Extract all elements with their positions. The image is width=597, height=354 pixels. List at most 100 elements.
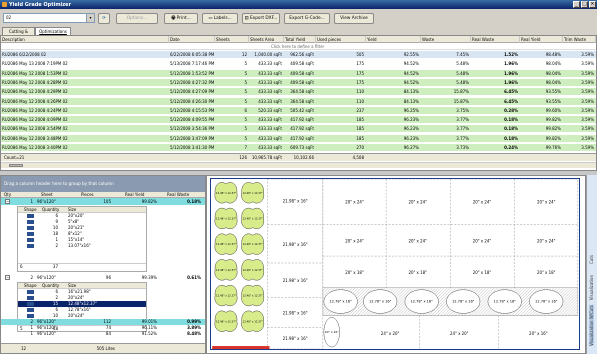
cell-yield: 96.25% xyxy=(403,107,419,113)
cell-sheets: 5 xyxy=(244,126,247,132)
group-qty: 1 xyxy=(30,331,33,336)
col-waste[interactable]: Waste xyxy=(421,36,471,43)
collapse-icon[interactable]: − xyxy=(5,275,10,280)
piece-label: 21.98" x 16" xyxy=(283,242,308,247)
cell-waste: 7.45% xyxy=(456,52,469,57)
grid-summary: Count=21 126 10,965.78 sqFt 10,102.66 sq… xyxy=(1,153,596,168)
cell-total: 409.58 sqFt xyxy=(290,79,314,85)
blob-label: 12.48" x 12.37" xyxy=(216,242,236,246)
table-row[interactable]: RU2086 May 12 2008 1:53PM 02 5/12/2008 1:… xyxy=(1,69,596,77)
cell-total: 962.56 sqFt xyxy=(290,52,314,57)
ellipse-label: 12.78" x 16" xyxy=(494,300,517,304)
col-sheets[interactable]: Sheets xyxy=(215,36,249,43)
tab-optimizations[interactable]: Optimizations xyxy=(35,27,71,35)
cell-total: 409.58 sqFt xyxy=(290,61,314,67)
blob-label: 12.48" x 12.37" xyxy=(243,294,263,298)
tab-cutting-stock[interactable]: Cutting & Stock xyxy=(2,27,35,41)
cell-date: 5/12/2008 3:54:36 PM xyxy=(170,126,215,132)
table-row[interactable]: RU2086 May 12 2008 4:24PM 02 5/12/2008 4:… xyxy=(1,106,596,114)
cell-desc: RU2086 May 12 2008 3:54PM 02 xyxy=(2,126,68,132)
close-button[interactable]: × xyxy=(589,1,596,8)
cell-total: 409.58 sqFt xyxy=(290,70,314,76)
col-yield[interactable]: Yield xyxy=(366,36,421,43)
table-row[interactable]: RU2086 6/22/2008 02 6/22/2008 6:05:38 PM 1… xyxy=(1,51,596,58)
export-gcode-button[interactable]: Export G-Code... xyxy=(284,13,330,24)
col-real-waste[interactable]: Real Waste xyxy=(471,36,520,43)
refresh-button[interactable]: ⟳ xyxy=(98,13,110,24)
scroll-thumb[interactable] xyxy=(9,164,23,167)
sheet-visualization: 12.48" x 12.37" 12.48" x 12.37" 12.48" x 1… xyxy=(206,175,586,354)
table-row[interactable]: RU2086 May 13 2008 7:19PM 02 5/13/2008 7:… xyxy=(1,60,596,67)
side-tab-visualization[interactable]: Visualization xyxy=(589,275,594,300)
group-by-panel[interactable]: Drag a column header here to group by th… xyxy=(1,176,205,192)
optimization-combo[interactable]: 02 ▾ xyxy=(3,13,95,23)
view-archive-label: View Archive xyxy=(340,16,368,21)
col-sheets-area[interactable]: Sheets Area xyxy=(249,36,284,43)
piece-label: 20" x 18" xyxy=(473,270,492,275)
export-dxf-button[interactable]: ▤ Export DXF... xyxy=(242,13,280,24)
sheet-group-row[interactable]: − 1 96"x120" 105 99.82% 0.18% xyxy=(1,198,205,205)
col-description[interactable]: Description xyxy=(1,36,169,43)
blob-label: 12.48" x 12.37" xyxy=(243,268,263,272)
labels-button[interactable]: ▭ Labels... xyxy=(202,13,238,24)
sub-total-n: 37 xyxy=(52,264,58,269)
sheet-group-row[interactable]: 1 96"x120" 84 91.52% 8.48% xyxy=(1,331,205,337)
col-trim-waste[interactable]: Trim Waste xyxy=(563,36,596,43)
grid-header: Description Date Sheets Sheets Area Tota… xyxy=(1,36,596,43)
cell-sheets: 5 xyxy=(244,135,247,141)
options-button[interactable]: Options... xyxy=(116,13,158,24)
table-row[interactable]: RU2086 May 12 2008 3:54PM 02 5/12/2008 3:… xyxy=(1,125,596,133)
col-real-yield[interactable]: Real Yield xyxy=(520,36,563,43)
filter-row[interactable]: Click here to define a filter xyxy=(1,43,596,50)
piece-row[interactable]: 2 13.07"x16" xyxy=(18,243,146,249)
cell-used: 185 xyxy=(356,135,364,141)
col-date[interactable]: Date xyxy=(169,36,215,43)
view-archive-button[interactable]: View Archive xyxy=(334,13,374,24)
sheet-group-row[interactable]: − 2 96"x120" 96 99.39% 0.61% xyxy=(1,274,205,281)
cell-area: 1,040.00 sqFt xyxy=(254,52,282,57)
side-tab-visualization-cuts[interactable]: Visualization W/Cuts xyxy=(589,305,594,346)
sub-total-q: 6 xyxy=(20,264,23,269)
maximize-button[interactable]: □ xyxy=(581,1,588,8)
print-button[interactable]: 🖶 Print... xyxy=(164,13,198,24)
cell-used: 237 xyxy=(356,107,364,113)
cell-used: 175 xyxy=(356,70,364,76)
piece-label: 21.98" x 16" xyxy=(283,199,308,204)
labels-button-label: Labels... xyxy=(213,16,232,21)
minimize-button[interactable]: _ xyxy=(573,1,580,8)
table-row[interactable]: RU2086 May 12 2008 3:40PM 02 5/12/2008 3:… xyxy=(1,144,596,151)
cell-waste: 3.77% xyxy=(456,135,469,141)
cell-sheets: 6 xyxy=(244,107,247,113)
cell-date: 5/12/2008 4:27:09 PM xyxy=(170,89,215,95)
col-used-pieces[interactable]: Used pieces xyxy=(316,36,366,43)
print-button-label: Print... xyxy=(176,16,191,21)
collapse-icon[interactable]: − xyxy=(5,199,10,204)
piece-label: 20" x 18" xyxy=(537,270,556,275)
cell-trim: 3.59% xyxy=(581,126,594,132)
app-icon xyxy=(2,2,7,7)
cell-total: 417.92 sqFt xyxy=(290,126,314,132)
tab-label: Optimizations xyxy=(39,29,67,34)
col-total-yield[interactable]: Total Yield xyxy=(284,36,316,43)
cell-rwaste: 0.18% xyxy=(504,117,518,123)
side-tab-cuts[interactable]: Cuts xyxy=(589,255,594,264)
cell-used: 175 xyxy=(356,79,364,85)
group-pieces: 105 xyxy=(103,199,111,204)
cell-yield: 96.23% xyxy=(403,126,419,132)
table-row[interactable]: RU2086 May 12 2008 4:26PM 02 5/12/2008 4:… xyxy=(1,97,596,105)
chevron-down-icon[interactable]: ▾ xyxy=(86,14,94,22)
cell-ryield: 99.82% xyxy=(545,126,561,132)
cell-total: 505.42 sqFt xyxy=(290,107,314,113)
cell-ryield: 98.04% xyxy=(545,70,561,76)
table-row[interactable]: RU2086 May 12 2008 3:48PM 02 5/12/2008 3:… xyxy=(1,134,596,142)
table-row[interactable]: RU2086 May 12 2008 4:28PM 02 5/12/2008 4:… xyxy=(1,78,596,86)
summary-used: 4,508 xyxy=(352,155,364,160)
shape-icon xyxy=(27,314,34,318)
cell-sheets: 5 xyxy=(244,79,247,85)
table-row[interactable]: RU2086 May 12 2008 4:29PM 02 5/12/2008 4:… xyxy=(1,88,596,96)
group-sheet: 96"x120" xyxy=(37,275,56,280)
table-row[interactable]: RU2086 May 12 2008 4:09PM 02 5/12/2008 4:… xyxy=(1,116,596,124)
cell-used: 185 xyxy=(356,126,364,132)
horizontal-scrollbar[interactable] xyxy=(1,162,596,168)
cell-trim: 3.59% xyxy=(581,89,594,95)
